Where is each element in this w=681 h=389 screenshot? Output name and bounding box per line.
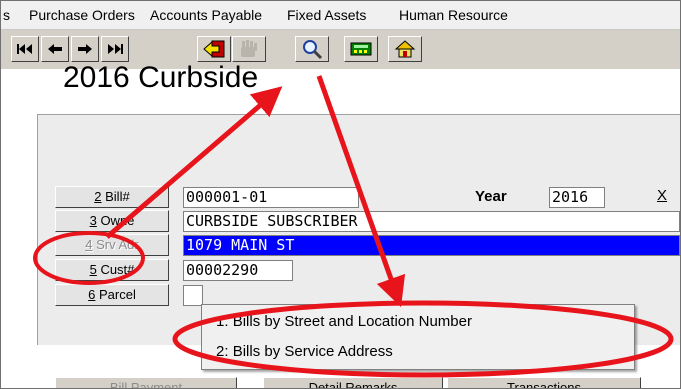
- menu-item-partial[interactable]: s: [3, 7, 10, 23]
- customer-number-field[interactable]: 00002290: [183, 260, 293, 281]
- button-label: Srv Adr: [92, 237, 139, 252]
- exit-button[interactable]: [197, 36, 231, 62]
- popup-item-label: Bills by Street and Location Number: [232, 313, 472, 330]
- first-record-button[interactable]: [11, 36, 39, 62]
- previous-record-icon: [48, 44, 62, 54]
- year-field[interactable]: 2016: [549, 187, 605, 208]
- exit-icon: [203, 40, 225, 58]
- next-record-button[interactable]: [71, 36, 99, 62]
- calculator-icon: [350, 42, 372, 56]
- clipped-button-label[interactable]: X: [657, 187, 667, 204]
- lookup-popup-menu: 1: Bills by Street and Location Number 2…: [201, 304, 635, 370]
- app-window: s Purchase Orders Accounts Payable Fixed…: [0, 0, 681, 389]
- hotkey-number: 3: [89, 213, 97, 228]
- last-record-icon: [108, 44, 123, 54]
- home-button[interactable]: [388, 36, 422, 62]
- calculator-button[interactable]: [344, 36, 378, 62]
- bill-number-button[interactable]: 2 Bill#: [55, 186, 169, 208]
- button-label: Owne: [96, 213, 135, 228]
- popup-item-number: 2:: [216, 343, 229, 360]
- home-icon: [394, 40, 416, 58]
- first-record-icon: [17, 44, 32, 54]
- menu-item-accounts-payable[interactable]: Accounts Payable: [150, 7, 262, 23]
- hand-icon: [241, 40, 257, 57]
- owner-field[interactable]: CURBSIDE SUBSCRIBER: [183, 211, 680, 232]
- parcel-button[interactable]: 6 Parcel: [55, 284, 169, 306]
- button-label: Cust#: [96, 262, 135, 277]
- service-address-button[interactable]: 4 Srv Adr: [55, 234, 169, 256]
- hotkey-number: 2: [94, 189, 102, 204]
- menu-item-purchase-orders[interactable]: Purchase Orders: [29, 7, 135, 23]
- hand-button[interactable]: [232, 36, 266, 62]
- popup-item-street-location[interactable]: 1: Bills by Street and Location Number: [216, 313, 472, 330]
- customer-number-button[interactable]: 5 Cust#: [55, 259, 169, 281]
- previous-record-button[interactable]: [41, 36, 69, 62]
- popup-item-service-address[interactable]: 2: Bills by Service Address: [216, 343, 393, 360]
- transactions-button[interactable]: Transactions: [447, 377, 641, 388]
- parcel-field[interactable]: [183, 285, 203, 306]
- last-record-button[interactable]: [101, 36, 129, 62]
- search-button[interactable]: [295, 36, 329, 62]
- next-record-icon: [78, 44, 92, 54]
- menu-bar: s Purchase Orders Accounts Payable Fixed…: [1, 1, 680, 30]
- button-label: Parcel: [95, 287, 136, 302]
- detail-remarks-button[interactable]: Detail Remarks: [263, 377, 443, 388]
- menu-item-fixed-assets[interactable]: Fixed Assets: [287, 7, 366, 23]
- owner-button[interactable]: 3 Owne: [55, 210, 169, 232]
- button-label: Bill#: [101, 189, 130, 204]
- menu-item-human-resources[interactable]: Human Resource: [399, 7, 508, 23]
- service-address-field[interactable]: 1079 MAIN ST: [183, 235, 680, 256]
- year-label: Year: [475, 188, 507, 205]
- popup-item-number: 1:: [216, 313, 229, 330]
- page-title: 2016 Curbside: [63, 61, 259, 94]
- bill-number-field[interactable]: 000001-01: [183, 187, 359, 208]
- bill-payment-button[interactable]: Bill Payment: [55, 377, 237, 388]
- popup-item-label: Bills by Service Address: [232, 343, 393, 360]
- search-icon: [303, 40, 323, 60]
- hotkey-number: 5: [89, 262, 97, 277]
